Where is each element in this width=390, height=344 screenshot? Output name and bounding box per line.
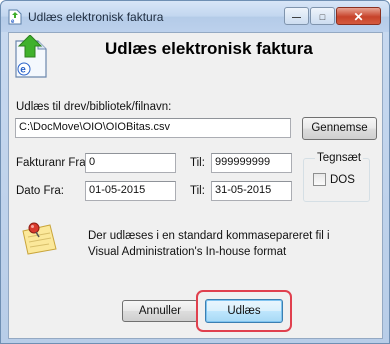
charset-group-label: Tegnsæt <box>315 152 364 164</box>
file-path-label: Udlæs til drev/bibliotek/filnavn: <box>16 101 172 113</box>
dialog-heading: Udlæs elektronisk faktura <box>105 39 313 58</box>
date-to-input[interactable]: 31-05-2015 <box>211 181 292 201</box>
dos-checkbox-label[interactable]: DOS <box>330 174 355 186</box>
file-path-input[interactable]: C:\DocMove\OIO\OIOBitas.csv <box>15 118 291 138</box>
invoice-from-label: Fakturanr Fra: <box>16 157 89 169</box>
date-from-label: Dato Fra: <box>16 185 64 197</box>
app-icon: e <box>8 9 22 25</box>
info-text-line-2: Visual Administration's In-house format <box>88 246 287 258</box>
minimize-button[interactable]: — <box>284 7 309 25</box>
cancel-button[interactable]: Annuller <box>122 300 198 322</box>
invoice-to-label: Til: <box>190 157 205 169</box>
note-pin-icon <box>22 222 57 255</box>
highlight-frame <box>196 290 292 332</box>
info-text-line-1: Der udlæses i en standard kommasepareret… <box>88 230 330 242</box>
close-button[interactable]: ✕ <box>336 7 381 25</box>
invoice-to-input[interactable]: 999999999 <box>211 153 292 173</box>
title-bar[interactable]: e Udlæs elektronisk faktura — □ ✕ <box>1 1 389 32</box>
browse-button[interactable]: Gennemse <box>302 117 377 140</box>
date-to-label: Til: <box>190 185 205 197</box>
export-document-icon: e <box>15 35 47 78</box>
window-title: Udlæs elektronisk faktura <box>28 10 164 24</box>
date-from-input[interactable]: 01-05-2015 <box>85 181 176 201</box>
svg-text:e: e <box>20 65 26 76</box>
invoice-from-input[interactable]: 0 <box>85 153 176 173</box>
maximize-button[interactable]: □ <box>310 7 335 25</box>
dos-checkbox[interactable] <box>313 173 326 186</box>
